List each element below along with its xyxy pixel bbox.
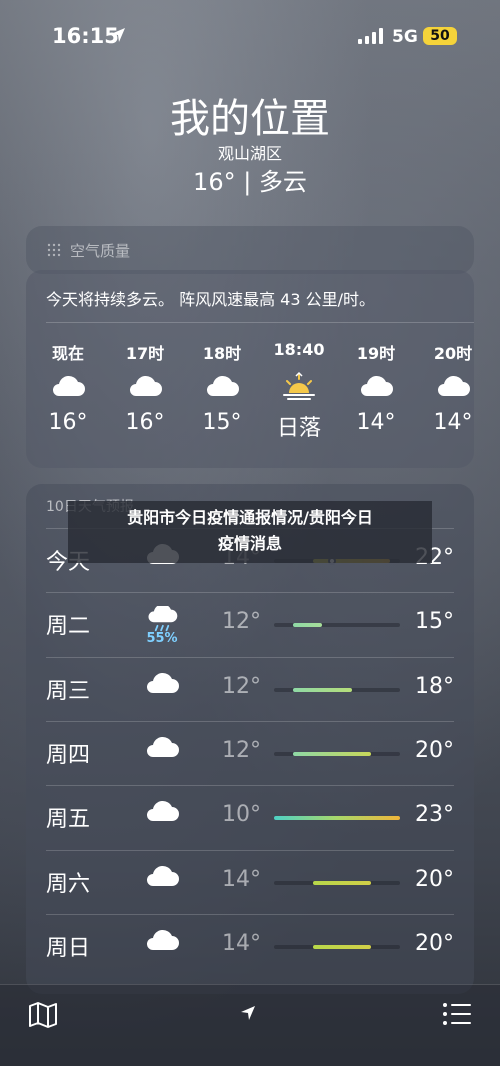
daily-low: 12° [222, 737, 261, 763]
daily-day: 周三 [46, 678, 91, 704]
hourly-temp: 16° [48, 410, 88, 435]
daily-low: 14° [222, 866, 261, 892]
daily-day: 周六 [46, 871, 91, 897]
daily-row[interactable]: 周六 14° 20° [26, 849, 474, 914]
row-divider [46, 913, 454, 915]
forecast-summary: 今天将持续多云。 阵风风速最高 43 公里/时。 [46, 290, 376, 309]
temp-range-bar [274, 687, 400, 692]
cloud-icon [147, 801, 179, 822]
daily-day: 周四 [46, 742, 91, 768]
signal-icon [358, 28, 383, 44]
daily-day: 周五 [46, 807, 91, 833]
location-arrow-icon [111, 28, 125, 42]
cloud-icon [207, 375, 239, 396]
sunset-icon [283, 371, 315, 400]
hourly-time: 19时 [356, 344, 396, 363]
row-divider [46, 849, 454, 851]
daily-high: 20° [415, 737, 454, 763]
temp-range-fill [293, 751, 371, 756]
cloud-icon [361, 375, 393, 396]
cloud-icon [53, 375, 85, 396]
daily-high: 23° [415, 802, 454, 828]
temp-range-bar [274, 623, 400, 628]
cloud-icon [147, 672, 179, 693]
hourly-time: 现在 [51, 344, 84, 363]
air-quality-label: 空气质量 [70, 242, 131, 260]
daily-row[interactable]: 周二 55% 12° 15° [26, 592, 474, 656]
map-icon[interactable] [28, 1001, 58, 1029]
daily-row[interactable]: 周五 10° 23° [26, 785, 474, 849]
hourly-temp: 14° [433, 410, 473, 435]
hourly-item: 现在 16° [28, 340, 108, 435]
article-title-banner: 贵阳市今日疫情通报情况/贵阳今日 疫情消息 [68, 501, 432, 563]
hourly-item: 18时 15° [182, 340, 262, 435]
daily-day: 周日 [46, 935, 91, 961]
hourly-temp: 14° [356, 410, 396, 435]
daily-high: 15° [415, 609, 454, 635]
rain-cloud-icon [148, 606, 178, 632]
precip-chance: 55% [146, 631, 178, 647]
daily-low: 12° [222, 609, 261, 635]
temp-range-bar [274, 944, 400, 949]
row-divider [46, 592, 454, 594]
location-area: 观山湖区 [217, 144, 282, 163]
banner-line-1: 贵阳市今日疫情通报情况/贵阳今日 [127, 508, 373, 527]
location-title: 我的位置 [170, 96, 330, 142]
row-divider [46, 785, 454, 787]
daily-row[interactable]: 周日 14° 20° [26, 913, 474, 978]
temp-range-bar [274, 816, 400, 821]
cloud-icon [147, 929, 179, 950]
row-divider [46, 656, 454, 658]
daily-high: 20° [415, 930, 454, 956]
daily-day: 周二 [46, 614, 91, 640]
banner-line-2: 疫情消息 [217, 534, 282, 553]
daily-low: 10° [222, 802, 261, 828]
temp-range-fill [293, 623, 323, 628]
status-bar: 16:15 5G 50 [0, 0, 500, 70]
daily-row[interactable]: 周四 12° 20° [26, 720, 474, 785]
hourly-item: 19时 14° [336, 340, 416, 435]
hourly-list[interactable]: 现在 16° 17时 16° 18时 15° 18:40 日落 19时 14° 20时 14° [26, 340, 474, 450]
hourly-forecast-card[interactable]: 今天将持续多云。 阵风风速最高 43 公里/时。 现在 16° 17时 16° 18时 1… [26, 270, 474, 468]
temp-range-bar [274, 751, 400, 756]
hourly-temp: 15° [202, 410, 242, 435]
location-arrow-icon[interactable] [240, 1005, 256, 1021]
temp-range-bar [274, 880, 400, 885]
cloud-icon [147, 865, 179, 886]
air-quality-icon [47, 243, 61, 257]
daily-row[interactable]: 周三 12° 18° [26, 656, 474, 721]
daily-low: 12° [222, 673, 261, 699]
bottom-toolbar [0, 984, 500, 1066]
air-quality-card[interactable]: 空气质量 [26, 226, 474, 274]
hourly-item: 18:40 日落 [259, 340, 339, 442]
daily-high: 20° [415, 866, 454, 892]
hourly-time: 17时 [125, 344, 165, 363]
daily-high: 18° [415, 673, 454, 699]
temp-range-fill [312, 880, 371, 885]
cloud-icon [147, 736, 179, 757]
hourly-item: 20时 14° [413, 340, 474, 435]
status-time: 16:15 [52, 24, 119, 48]
daily-low: 14° [222, 930, 261, 956]
hourly-time: 18时 [202, 344, 242, 363]
hourly-temp: 日落 [276, 416, 321, 441]
network-label: 5G [392, 27, 418, 47]
divider [46, 322, 474, 323]
battery-icon: 50 [423, 27, 457, 45]
temp-range-fill [312, 944, 371, 949]
hourly-time: 20时 [433, 344, 473, 363]
row-divider [46, 720, 454, 722]
temp-range-fill [274, 816, 400, 821]
list-icon[interactable] [442, 1001, 472, 1027]
cloud-icon [130, 375, 162, 396]
cloud-icon [438, 375, 470, 396]
temp-range-fill [293, 687, 352, 692]
hourly-time: 18:40 [273, 340, 325, 359]
hourly-temp: 16° [125, 410, 165, 435]
current-conditions: 16° | 多云 [193, 168, 307, 196]
hourly-item: 17时 16° [105, 340, 185, 435]
